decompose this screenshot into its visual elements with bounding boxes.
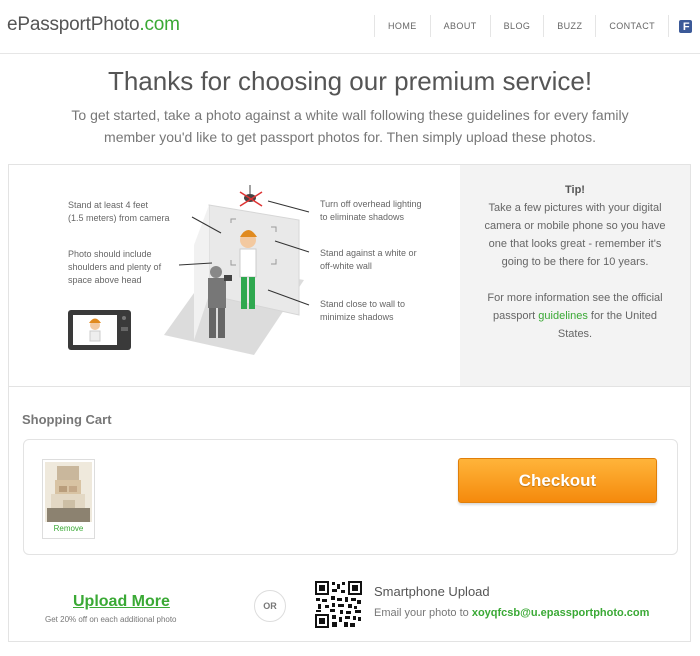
nav-buzz[interactable]: BUZZ bbox=[543, 15, 595, 37]
main-nav: HOME ABOUT BLOG BUZZ CONTACT f bbox=[374, 15, 700, 37]
email-prefix: Email your photo to bbox=[374, 607, 472, 619]
facebook-icon: f bbox=[679, 19, 692, 33]
site-logo[interactable]: ePassportPhoto.com bbox=[7, 14, 180, 36]
smartphone-upload-title: Smartphone Upload bbox=[374, 584, 490, 599]
guideline-photo-include: Photo should include shoulders and plent… bbox=[68, 248, 161, 287]
nav-about[interactable]: ABOUT bbox=[429, 15, 490, 37]
guideline-line: to eliminate shadows bbox=[320, 212, 405, 222]
guideline-line: shoulders and plenty of bbox=[68, 262, 162, 272]
cart-item-thumbnail: Remove bbox=[42, 459, 95, 539]
guideline-close: Stand close to wall to minimize shadows bbox=[320, 298, 405, 324]
cart-title: Shopping Cart bbox=[22, 412, 112, 427]
pixelated-photo bbox=[45, 462, 92, 522]
guideline-line: Stand against a white or bbox=[320, 248, 417, 258]
cart-section: Shopping Cart Remove Checkout Upload Mor… bbox=[8, 386, 691, 642]
guideline-stand-distance: Stand at least 4 feet (1.5 meters) from … bbox=[68, 199, 170, 225]
guideline-line: Stand close to wall to bbox=[320, 299, 406, 309]
nav-contact[interactable]: CONTACT bbox=[595, 15, 668, 37]
tip-title: Tip! bbox=[565, 184, 585, 196]
remove-link[interactable]: Remove bbox=[45, 524, 92, 533]
checkout-button[interactable]: Checkout bbox=[458, 458, 657, 503]
or-divider: OR bbox=[254, 590, 286, 622]
guidelines-panel: Stand at least 4 feet (1.5 meters) from … bbox=[8, 164, 691, 387]
guideline-line: off-white wall bbox=[320, 261, 372, 271]
guideline-line: Stand at least 4 feet bbox=[68, 200, 149, 210]
tip-body: Take a few pictures with your digital ca… bbox=[484, 202, 666, 268]
camera-icon bbox=[68, 310, 131, 350]
page-subtitle: To get started, take a photo against a w… bbox=[71, 107, 629, 145]
guideline-line: Photo should include bbox=[68, 249, 152, 259]
guideline-line: space above head bbox=[68, 275, 142, 285]
site-header: ePassportPhoto.com HOME ABOUT BLOG BUZZ … bbox=[0, 0, 700, 54]
cart-box: Remove Checkout bbox=[23, 439, 678, 555]
nav-home[interactable]: HOME bbox=[374, 15, 430, 37]
nav-facebook[interactable]: f bbox=[668, 15, 700, 37]
tip-more-info: For more information see the official pa… bbox=[480, 289, 670, 343]
upload-discount-note: Get 20% off on each additional photo bbox=[45, 615, 177, 624]
guideline-line: minimize shadows bbox=[320, 312, 394, 322]
overhead-light-icon bbox=[239, 185, 263, 207]
tip-box: Tip! Take a few pictures with your digit… bbox=[460, 165, 690, 387]
photo-guidelines-illustration: Stand at least 4 feet (1.5 meters) from … bbox=[9, 165, 459, 387]
cart-item-photo bbox=[45, 462, 92, 522]
guidelines-link[interactable]: guidelines bbox=[538, 310, 588, 322]
guideline-wall: Stand against a white or off-white wall bbox=[320, 247, 417, 273]
qr-code-icon bbox=[315, 581, 362, 628]
guideline-line: Turn off overhead lighting bbox=[320, 199, 422, 209]
upload-email-address[interactable]: xoyqfcsb@u.epassportphoto.com bbox=[472, 607, 650, 619]
nav-blog[interactable]: BLOG bbox=[489, 15, 544, 37]
guideline-lighting: Turn off overhead lighting to eliminate … bbox=[320, 198, 422, 224]
upload-more-link[interactable]: Upload More bbox=[73, 593, 170, 611]
guideline-line: (1.5 meters) from camera bbox=[68, 213, 170, 223]
logo-suffix: .com bbox=[139, 14, 180, 35]
logo-text: ePassportPhoto bbox=[7, 14, 140, 35]
page-title: Thanks for choosing our premium service! bbox=[107, 66, 593, 96]
smartphone-upload-instructions: Email your photo to xoyqfcsb@u.epassport… bbox=[374, 607, 649, 619]
